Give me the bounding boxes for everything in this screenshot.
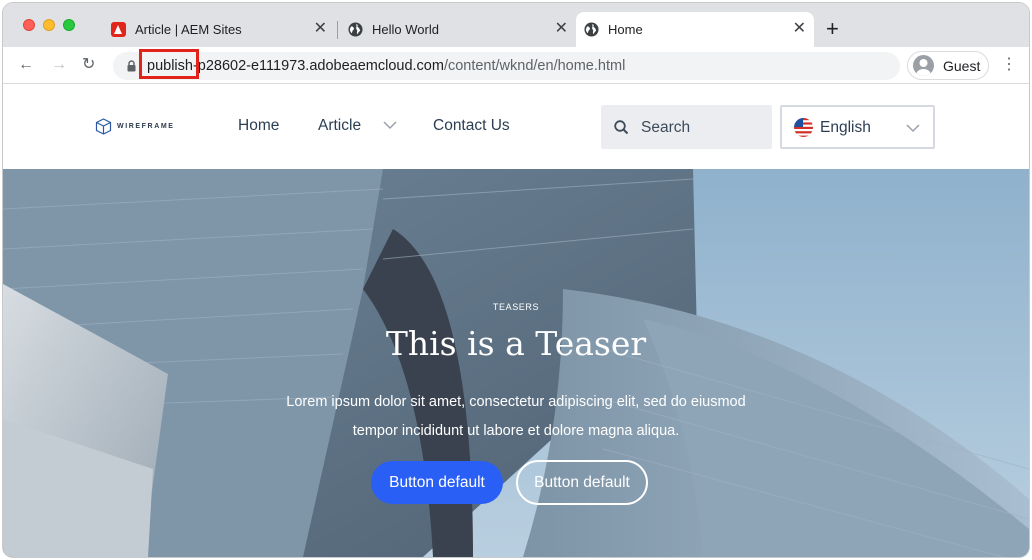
minimize-window-button[interactable]: [43, 19, 55, 31]
hero-teaser: TEASERS This is a Teaser Lorem ipsum dol…: [3, 169, 1029, 557]
url-highlight-annotation: [139, 49, 199, 79]
forward-button[interactable]: →: [51, 55, 67, 75]
language-select[interactable]: English: [780, 105, 935, 149]
close-window-button[interactable]: [23, 19, 35, 31]
address-bar[interactable]: publish-p28602-e111973.adobeaemcloud.com…: [113, 52, 900, 80]
globe-icon: [584, 22, 599, 37]
teaser-secondary-button[interactable]: Button default: [516, 460, 648, 505]
chevron-down-icon[interactable]: [383, 120, 397, 130]
cube-logo-icon: [95, 118, 112, 135]
teaser-primary-button[interactable]: Button default: [371, 461, 503, 504]
reload-button[interactable]: ↻: [82, 55, 95, 75]
chevron-down-icon: [906, 124, 920, 133]
search-placeholder: Search: [641, 119, 691, 136]
teaser-description: Lorem ipsum dolor sit amet, consectetur …: [286, 394, 746, 439]
nav-item-article[interactable]: Article: [318, 117, 361, 135]
nav-item-contact-us[interactable]: Contact Us: [433, 117, 510, 135]
tab-divider: [337, 21, 338, 39]
avatar-icon: [913, 55, 934, 76]
tab-close-icon[interactable]: ✕: [314, 20, 327, 38]
lock-icon: [127, 60, 136, 72]
profile-name: Guest: [943, 57, 981, 74]
tab-title: Article | AEM Sites: [135, 22, 242, 37]
browser-window: Article | AEM Sites ✕ Hello World ✕ Home…: [3, 3, 1029, 557]
adobe-icon: [111, 22, 126, 37]
nav-item-home[interactable]: Home: [238, 117, 279, 135]
profile-button[interactable]: Guest: [907, 51, 989, 80]
url-path: /content/wknd/en/home.html: [443, 58, 626, 74]
tab-home[interactable]: Home ✕: [576, 12, 814, 47]
globe-icon: [348, 22, 363, 37]
new-tab-button[interactable]: +: [826, 18, 839, 40]
tab-close-icon[interactable]: ✕: [793, 20, 806, 38]
maximize-window-button[interactable]: [63, 19, 75, 31]
browser-menu-icon[interactable]: ⋮: [1001, 55, 1017, 75]
teaser-pretitle: TEASERS: [492, 302, 540, 312]
hero-background-image: [3, 169, 1029, 557]
url-text[interactable]: publish-p28602-e111973.adobeaemcloud.com…: [147, 58, 625, 74]
us-flag-icon: [794, 118, 813, 137]
search-input[interactable]: Search: [601, 105, 772, 149]
tab-hello-world[interactable]: Hello World ✕: [340, 12, 576, 47]
site-logo[interactable]: WIREFRAME: [95, 118, 175, 135]
language-value: English: [820, 119, 871, 136]
tab-close-icon[interactable]: ✕: [555, 20, 568, 38]
search-icon: [614, 120, 629, 135]
tab-title: Home: [608, 22, 643, 37]
tab-title: Hello World: [372, 22, 439, 37]
teaser-title: This is a Teaser: [385, 324, 647, 363]
site-header: WIREFRAME Home Article Contact Us Search: [3, 85, 1029, 169]
logo-text: WIREFRAME: [117, 123, 175, 130]
back-button[interactable]: ←: [18, 55, 34, 75]
tab-strip: Article | AEM Sites ✕ Hello World ✕ Home…: [3, 3, 1029, 47]
tab-article-aem-sites[interactable]: Article | AEM Sites ✕: [103, 12, 335, 47]
